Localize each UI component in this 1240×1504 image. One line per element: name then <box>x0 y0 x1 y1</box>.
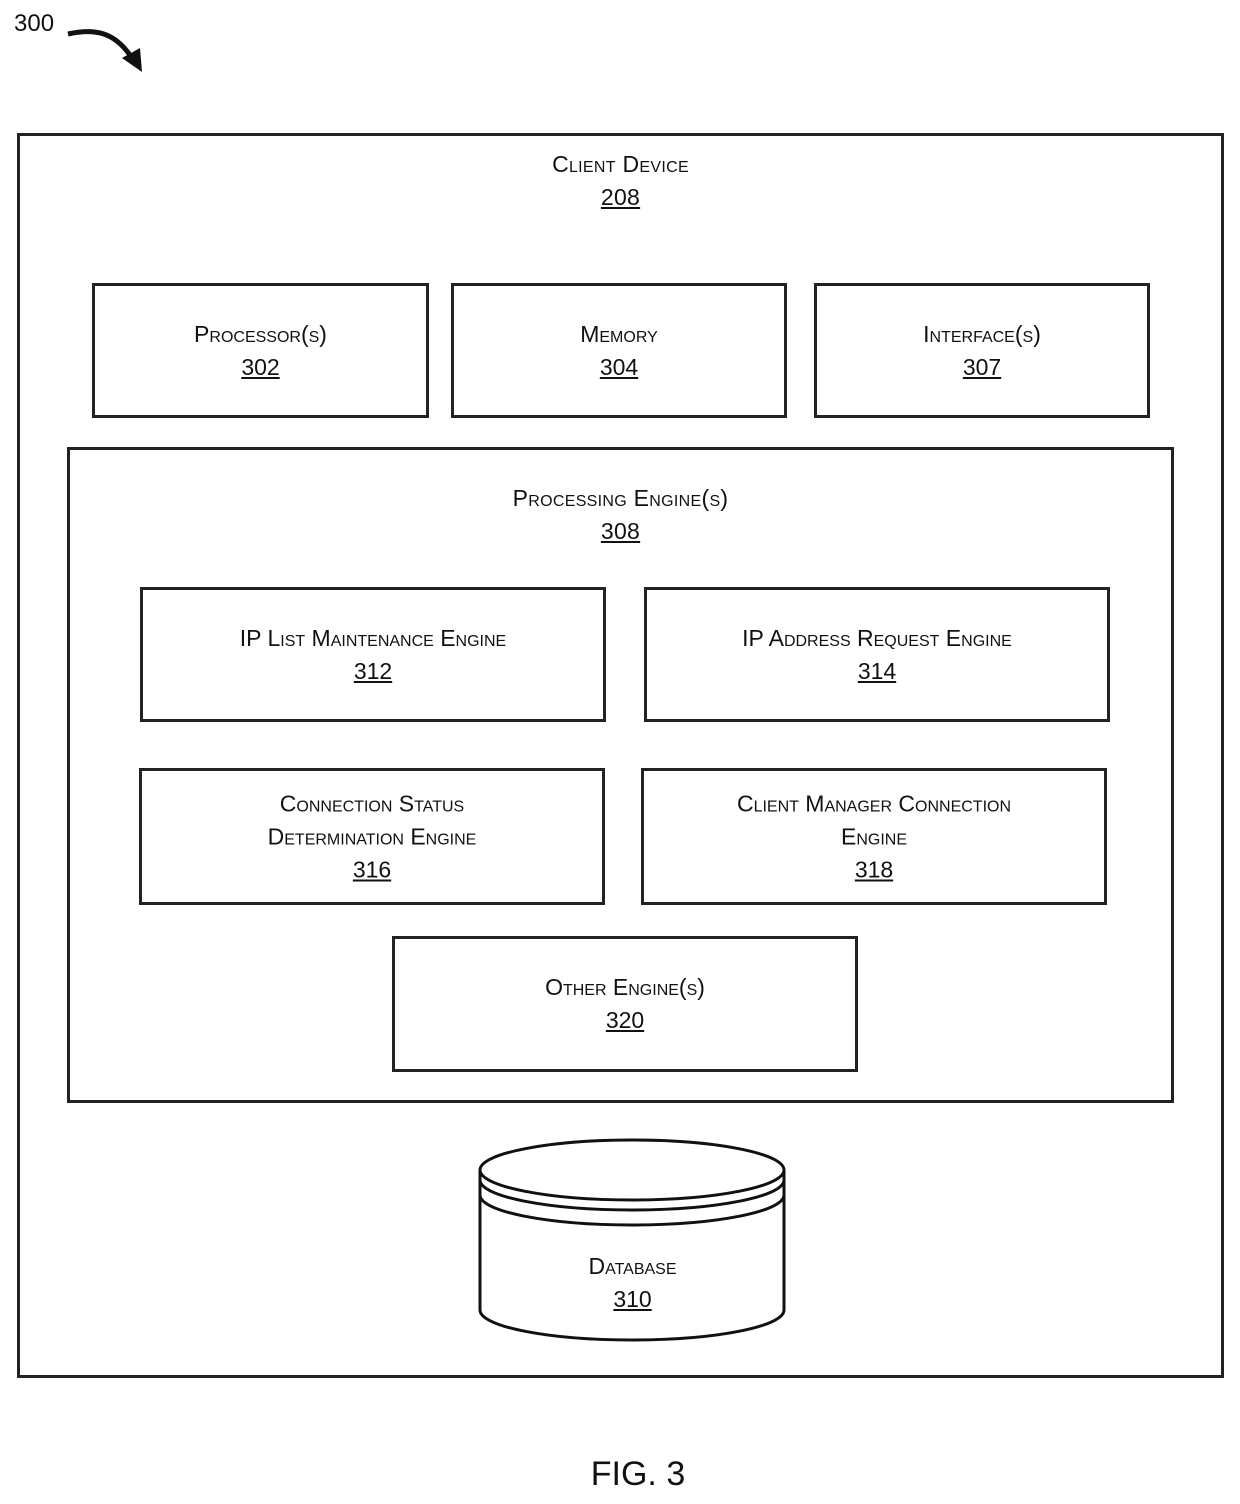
engine-title-line1: Connection Status <box>279 790 465 816</box>
figure-caption: FIG. 3 <box>590 1455 686 1493</box>
client-manager-connection-engine-box: Client Manager Connection Engine 318 <box>641 768 1107 905</box>
engine-title-line2: Engine <box>840 823 907 849</box>
engine-title-line2: Determination Engine <box>267 823 477 849</box>
engine-number: 316 <box>352 856 392 882</box>
figure-reference-number: 300 <box>14 10 55 37</box>
processor-box: Processor(s) 302 <box>92 283 429 418</box>
engine-title-line1: Client Manager Connection <box>736 790 1012 816</box>
engine-title: IP List Maintenance Engine <box>239 624 507 651</box>
ip-list-maintenance-engine-box: IP List Maintenance Engine 312 <box>140 587 606 722</box>
connection-status-determination-engine-box: Connection Status Determination Engine 316 <box>139 768 605 905</box>
ip-address-request-engine-box: IP Address Request Engine 314 <box>644 587 1110 722</box>
processing-engines-title: Processing Engine(s) <box>512 485 729 511</box>
database-label: Database 310 <box>480 1250 785 1316</box>
processor-title: Processor(s) <box>194 320 327 347</box>
other-engines-box: Other Engine(s) 320 <box>392 936 858 1072</box>
interface-number: 307 <box>962 353 1002 380</box>
processor-number: 302 <box>241 353 280 380</box>
memory-title: Memory <box>580 320 658 347</box>
engine-number: 320 <box>605 1007 645 1033</box>
interface-title: Interface(s) <box>923 320 1041 347</box>
memory-box: Memory 304 <box>451 283 787 418</box>
processing-engines-number: 308 <box>600 518 641 544</box>
engine-title: Other Engine(s) <box>545 974 705 1000</box>
engine-number: 312 <box>353 657 393 684</box>
database-title: Database <box>588 1253 677 1279</box>
client-device-label: Client Device 208 <box>20 148 1221 214</box>
processing-engines-label: Processing Engine(s) 308 <box>70 482 1171 548</box>
client-device-title: Client Device <box>552 151 689 177</box>
engine-number: 314 <box>857 657 897 684</box>
engine-title: IP Address Request Engine <box>742 624 1012 651</box>
engine-number: 318 <box>854 856 894 882</box>
database-cylinder-icon <box>478 1138 786 1342</box>
interface-box: Interface(s) 307 <box>814 283 1150 418</box>
database-number: 310 <box>613 1286 652 1312</box>
client-device-number: 208 <box>600 184 641 210</box>
memory-number: 304 <box>599 353 639 380</box>
reference-arrow-icon <box>67 29 142 72</box>
